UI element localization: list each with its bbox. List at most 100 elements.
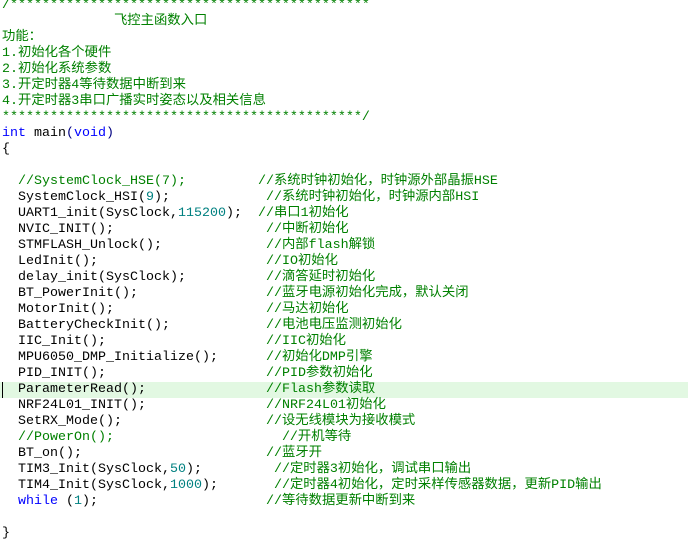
- code-comment: /***************************************…: [2, 0, 370, 13]
- code-line[interactable]: while (1); //等待数据更新中断到来: [0, 494, 688, 510]
- code-text: );: [225, 206, 258, 221]
- code-number: 50: [169, 462, 186, 477]
- code-line[interactable]: /***************************************…: [0, 0, 688, 14]
- code-text: SystemClock_HSI(: [2, 190, 146, 205]
- code-line[interactable]: delay_init(SysClock); //滴答延时初始化: [0, 270, 688, 286]
- code-comment: //定时器4初始化，定时采样传感器数据，更新PID输出: [273, 478, 602, 493]
- code-comment: //马达初始化: [265, 302, 349, 317]
- code-text: );: [153, 190, 266, 205]
- code-text: BatteryCheckInit();: [2, 318, 266, 333]
- code-line[interactable]: TIM4_Init(SysClock,1000); //定时器4初始化，定时采样…: [0, 478, 688, 494]
- code-text: }: [2, 526, 10, 541]
- code-line[interactable]: NRF24L01_INIT(); //NRF24L01初始化: [0, 398, 688, 414]
- code-text: {: [2, 142, 10, 157]
- code-line[interactable]: 4.开定时器3串口广播实时姿态以及相关信息: [0, 94, 688, 110]
- code-line[interactable]: UART1_init(SysClock,115200); //串口1初始化: [0, 206, 688, 222]
- code-text: TIM3_Init(SysClock,: [2, 462, 170, 477]
- code-comment: //系统时钟初始化，时钟源内部HSI: [265, 190, 480, 205]
- code-comment: //系统时钟初始化，时钟源外部晶振HSE: [257, 174, 498, 189]
- code-number: 1: [74, 494, 82, 509]
- code-comment: //电池电压监测初始化: [265, 318, 402, 333]
- code-comment: //蓝牙开: [265, 446, 322, 461]
- code-line[interactable]: 功能：: [0, 30, 688, 46]
- code-line[interactable]: {: [0, 142, 688, 158]
- code-comment: ****************************************…: [2, 110, 370, 125]
- code-keyword: while: [18, 494, 58, 509]
- code-line[interactable]: SetRX_Mode(); //设无线模块为接收模式: [0, 414, 688, 430]
- code-text: NVIC_INIT();: [2, 222, 266, 237]
- code-number: 115200: [177, 206, 226, 221]
- code-line[interactable]: NVIC_INIT(); //中断初始化: [0, 222, 688, 238]
- code-text: MPU6050_DMP_Initialize();: [2, 350, 266, 365]
- code-comment: //内部flash解锁: [265, 238, 376, 253]
- code-text: PID_INIT();: [2, 366, 266, 381]
- code-text: (: [66, 126, 74, 141]
- code-comment: //蓝牙电源初始化完成，默认关闭: [265, 286, 469, 301]
- code-text: SetRX_Mode();: [2, 414, 266, 429]
- code-comment: //IO初始化: [265, 254, 338, 269]
- code-text: (: [58, 494, 74, 509]
- code-text: STMFLASH_Unlock();: [2, 238, 266, 253]
- code-line[interactable]: ****************************************…: [0, 110, 688, 126]
- code-comment: //串口1初始化: [257, 206, 349, 221]
- code-text: ): [106, 126, 114, 141]
- code-comment: //定时器3初始化，调试串口输出: [273, 462, 472, 477]
- code-line[interactable]: //PowerOn(); //开机等待: [0, 430, 688, 446]
- code-line[interactable]: 3.开定时器4等待数据中断到来: [0, 78, 688, 94]
- code-line[interactable]: }: [0, 526, 688, 542]
- code-text: main: [26, 126, 66, 141]
- code-text: IIC_Init();: [2, 334, 266, 349]
- code-line[interactable]: 2.初始化系统参数: [0, 62, 688, 78]
- code-text: UART1_init(SysClock,: [2, 206, 178, 221]
- code-text: BT_PowerInit();: [2, 286, 266, 301]
- code-comment: 2.初始化系统参数: [2, 62, 112, 77]
- code-line[interactable]: TIM3_Init(SysClock,50); //定时器3初始化，调试串口输出: [0, 462, 688, 478]
- code-line[interactable]: 1.初始化各个硬件: [0, 46, 688, 62]
- code-line[interactable]: //SystemClock_HSE(7); //系统时钟初始化，时钟源外部晶振H…: [0, 174, 688, 190]
- code-line[interactable]: [0, 158, 688, 174]
- code-text: ParameterRead();: [2, 382, 266, 397]
- code-line[interactable]: BT_on(); //蓝牙开: [0, 446, 688, 462]
- code-text: LedInit();: [2, 254, 266, 269]
- code-comment: //中断初始化: [265, 222, 349, 237]
- code-keyword: void: [74, 126, 106, 141]
- code-comment: 飞控主函数入口: [2, 14, 208, 29]
- code-line[interactable]: BatteryCheckInit(); //电池电压监测初始化: [0, 318, 688, 334]
- code-comment: //等待数据更新中断到来: [265, 494, 416, 509]
- code-text: );: [201, 478, 274, 493]
- code-line[interactable]: BT_PowerInit(); //蓝牙电源初始化完成，默认关闭: [0, 286, 688, 302]
- code-line[interactable]: [0, 510, 688, 526]
- code-text: delay_init(SysClock);: [2, 270, 266, 285]
- code-comment: //SystemClock_HSE(7);: [2, 174, 258, 189]
- code-comment: 1.初始化各个硬件: [2, 46, 112, 61]
- code-comment: //滴答延时初始化: [265, 270, 376, 285]
- code-line[interactable]: IIC_Init(); //IIC初始化: [0, 334, 688, 350]
- code-number: 1000: [169, 478, 202, 493]
- code-line[interactable]: STMFLASH_Unlock(); //内部flash解锁: [0, 238, 688, 254]
- code-line[interactable]: PID_INIT(); //PID参数初始化: [0, 366, 688, 382]
- code-text: BT_on();: [2, 446, 266, 461]
- code-comment: //PowerOn();: [2, 430, 282, 445]
- code-line[interactable]: SystemClock_HSI(9); //系统时钟初始化，时钟源内部HSI: [0, 190, 688, 206]
- code-text: TIM4_Init(SysClock,: [2, 478, 170, 493]
- code-comment: //IIC初始化: [265, 334, 346, 349]
- code-editor[interactable]: /***************************************…: [0, 0, 688, 542]
- code-line-current[interactable]: ParameterRead(); //Flash参数读取: [0, 382, 688, 398]
- code-comment: //开机等待: [281, 430, 352, 445]
- code-comment: //Flash参数读取: [265, 382, 376, 397]
- code-text: );: [185, 462, 274, 477]
- code-line[interactable]: LedInit(); //IO初始化: [0, 254, 688, 270]
- code-comment: //初始化DMP引擎: [265, 350, 373, 365]
- code-comment: 4.开定时器3串口广播实时姿态以及相关信息: [2, 94, 266, 109]
- code-line[interactable]: MPU6050_DMP_Initialize(); //初始化DMP引擎: [0, 350, 688, 366]
- code-comment: //PID参数初始化: [265, 366, 373, 381]
- code-line[interactable]: MotorInit(); //马达初始化: [0, 302, 688, 318]
- code-text: );: [82, 494, 266, 509]
- code-text: MotorInit();: [2, 302, 266, 317]
- code-keyword: int: [2, 126, 26, 141]
- code-comment: //NRF24L01初始化: [265, 398, 386, 413]
- code-line[interactable]: int main(void): [0, 126, 688, 142]
- code-line[interactable]: 飞控主函数入口: [0, 14, 688, 30]
- code-number: 9: [145, 190, 154, 205]
